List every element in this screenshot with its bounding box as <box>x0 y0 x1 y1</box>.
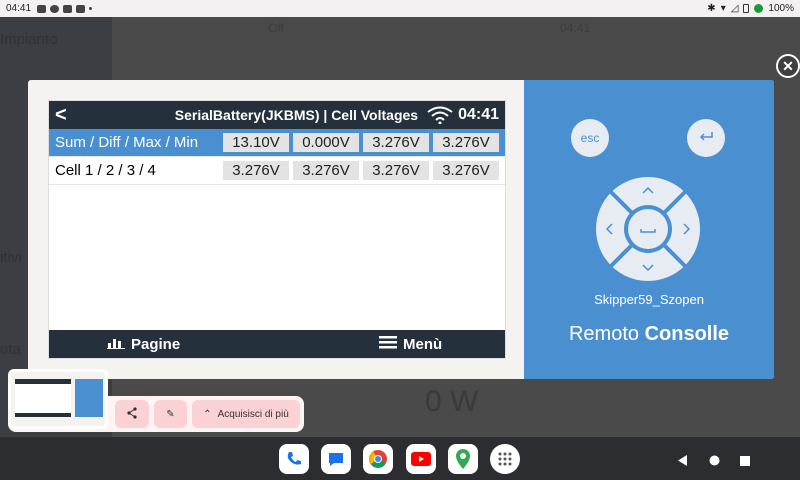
row-label: Sum / Diff / Max / Min <box>55 134 199 151</box>
sum-value: 13.10V <box>223 133 289 152</box>
row-label: Cell 1 / 2 / 3 / 4 <box>55 162 156 179</box>
remote-title-bold: Consolle <box>644 323 730 345</box>
pages-label: Pagine <box>131 335 181 353</box>
remote-panel: esc Skipper59_Szopen Remoto Consolle <box>524 80 774 379</box>
thumbnail-screen <box>15 379 71 417</box>
cell-3-value: 3.276V <box>363 161 429 180</box>
bluetooth-icon: ✱ <box>707 3 716 14</box>
direction-pad[interactable] <box>596 177 700 281</box>
device-name: Skipper59_Szopen <box>594 292 704 307</box>
background-header-left: Off <box>268 21 284 35</box>
min-value: 3.276V <box>433 133 499 152</box>
back-button[interactable]: < <box>55 104 85 127</box>
messenger-icon <box>50 4 60 13</box>
status-time: 04:41 <box>6 3 32 14</box>
esc-button[interactable]: esc <box>571 119 609 157</box>
background-itivi-label: itivi <box>0 249 22 266</box>
cell-1-value: 3.276V <box>223 161 289 180</box>
edit-button[interactable]: ✎ <box>154 400 187 428</box>
capture-more-label: Acquisisci di più <box>217 408 289 420</box>
background-power-value: 0 W <box>425 385 479 418</box>
charging-icon <box>754 4 764 13</box>
notification-icon <box>37 4 47 13</box>
share-icon <box>126 406 138 422</box>
bar-chart-icon <box>107 335 125 353</box>
enter-icon <box>698 131 714 146</box>
thumbnail-remote <box>75 379 103 417</box>
more-notifications-icon <box>89 7 93 10</box>
esc-label: esc <box>580 131 600 145</box>
screenshot-thumbnail[interactable] <box>8 369 108 429</box>
menu-button[interactable]: Menù <box>379 335 442 353</box>
youtube-icon <box>76 4 86 13</box>
background-impianto-label: Impianto <box>0 31 58 48</box>
chrome-app-icon[interactable] <box>363 444 393 474</box>
diff-value: 0.000V <box>293 133 359 152</box>
summary-row[interactable]: Sum / Diff / Max / Min 13.10V 0.000V 3.2… <box>49 129 505 157</box>
status-bar: 04:41 ✱ ▾ ◿ 100% <box>0 0 800 17</box>
menu-label: Menù <box>403 335 443 353</box>
taskbar <box>0 437 800 480</box>
battery-icon <box>743 4 750 13</box>
cell-2-value: 3.276V <box>293 161 359 180</box>
nav-home-button[interactable] <box>709 453 720 471</box>
notification-icons <box>37 4 93 13</box>
cells-row[interactable]: Cell 1 / 2 / 3 / 4 3.276V 3.276V 3.276V … <box>49 157 505 185</box>
nav-back-button[interactable] <box>678 453 688 471</box>
screen-footer: Pagine Menù <box>49 330 505 358</box>
expand-icon: ⌃ <box>203 408 212 420</box>
close-icon: ✕ <box>782 57 794 74</box>
screen-clock: 04:41 <box>458 106 499 123</box>
remote-console-title: Remoto Consolle <box>524 323 774 346</box>
background-ota-label: ota <box>0 341 21 358</box>
close-button[interactable]: ✕ <box>776 54 800 78</box>
battery-percent: 100% <box>768 3 794 14</box>
phone-app-icon[interactable] <box>279 444 309 474</box>
nav-recents-button[interactable] <box>740 453 750 471</box>
wifi-icon: ▾ <box>720 3 726 14</box>
enter-button[interactable] <box>687 119 725 157</box>
system-icons: ✱ ▾ ◿ 100% <box>707 3 794 14</box>
pages-button[interactable]: Pagine <box>107 335 180 353</box>
cell-4-value: 3.276V <box>433 161 499 180</box>
capture-more-button[interactable]: ⌃ Acquisisci di più <box>192 400 300 428</box>
youtube-app-icon[interactable] <box>406 444 436 474</box>
app-drawer-icon[interactable] <box>490 444 520 474</box>
wifi-icon <box>426 105 454 125</box>
page-title: SerialBattery(JKBMS) | Cell Voltages <box>174 107 419 123</box>
remote-title-light: Remoto <box>568 323 639 345</box>
signal-icon: ◿ <box>730 3 739 14</box>
device-screen: < SerialBattery(JKBMS) | Cell Voltages 0… <box>48 100 506 359</box>
youtube-icon <box>63 4 73 13</box>
messages-app-icon[interactable] <box>321 444 351 474</box>
pencil-icon: ✎ <box>166 408 175 420</box>
max-value: 3.276V <box>363 133 429 152</box>
remote-console-dialog: < SerialBattery(JKBMS) | Cell Voltages 0… <box>28 80 774 379</box>
screen-header: < SerialBattery(JKBMS) | Cell Voltages 0… <box>49 101 505 129</box>
maps-app-icon[interactable] <box>448 444 478 474</box>
background-header-right: 04:41 <box>560 21 591 35</box>
share-button[interactable] <box>115 400 149 428</box>
hamburger-icon <box>379 335 397 353</box>
